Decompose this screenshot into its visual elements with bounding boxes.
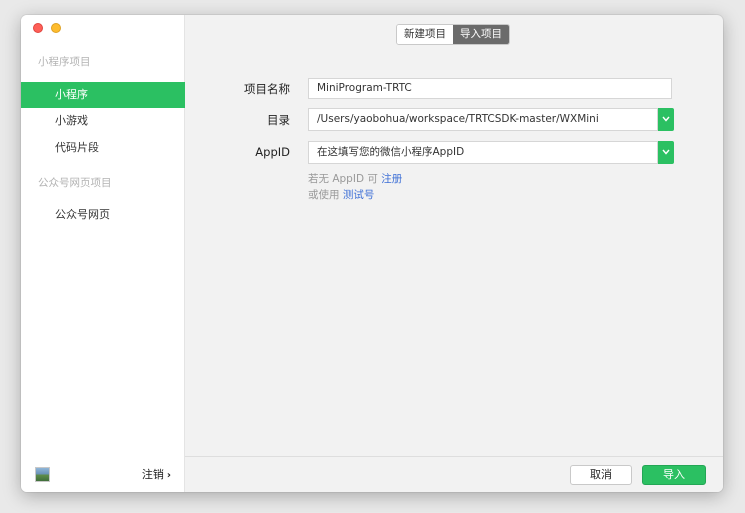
close-window-button[interactable] bbox=[33, 23, 43, 33]
chevron-right-icon: › bbox=[166, 470, 171, 481]
directory-dropdown-button[interactable] bbox=[658, 108, 674, 131]
directory-value[interactable]: /Users/yaobohua/workspace/TRTCSDK-master… bbox=[308, 108, 658, 131]
project-type-tabs: 新建项目 导入项目 bbox=[396, 24, 510, 45]
test-account-link[interactable]: 测试号 bbox=[343, 189, 375, 201]
sidebar: 小程序项目 小程序 小游戏 代码片段 公众号网页项目 公众号网页 注销 › bbox=[21, 15, 185, 492]
section-label-miniprogram: 小程序项目 bbox=[38, 56, 91, 68]
chevron-down-icon bbox=[662, 149, 670, 155]
register-link[interactable]: 注册 bbox=[381, 173, 402, 185]
appid-select[interactable]: 在这填写您的微信小程序AppID bbox=[308, 141, 674, 164]
project-name-input[interactable]: MiniProgram-TRTC bbox=[308, 78, 672, 99]
landscape-avatar-icon[interactable] bbox=[35, 467, 50, 482]
window-controls bbox=[33, 23, 61, 33]
sidebar-item-minigame[interactable]: 小游戏 bbox=[21, 108, 185, 134]
minimize-window-button[interactable] bbox=[51, 23, 61, 33]
cancel-button[interactable]: 取消 bbox=[570, 465, 632, 485]
section-label-official-account: 公众号网页项目 bbox=[38, 177, 112, 189]
register-hint: 若无 AppID 可 注册 bbox=[308, 171, 402, 186]
bottom-bar: 取消 导入 bbox=[185, 456, 723, 492]
logout-button[interactable]: 注销 › bbox=[142, 466, 171, 482]
test-account-hint: 或使用 测试号 bbox=[308, 187, 374, 202]
directory-select[interactable]: /Users/yaobohua/workspace/TRTCSDK-master… bbox=[308, 108, 674, 131]
project-name-label: 项目名称 bbox=[244, 82, 290, 96]
import-button[interactable]: 导入 bbox=[642, 465, 706, 485]
main-panel: 新建项目 导入项目 项目名称 MiniProgram-TRTC 目录 /User… bbox=[185, 15, 723, 492]
sidebar-item-miniprogram[interactable]: 小程序 bbox=[21, 82, 185, 108]
test-account-hint-text: 或使用 bbox=[308, 189, 340, 201]
logout-label: 注销 bbox=[141, 468, 164, 481]
register-hint-text: 若无 AppID 可 bbox=[308, 173, 378, 185]
tab-import-project[interactable]: 导入项目 bbox=[453, 25, 509, 44]
chevron-down-icon bbox=[662, 116, 670, 122]
sidebar-footer: 注销 › bbox=[21, 456, 185, 492]
directory-label: 目录 bbox=[267, 113, 290, 127]
import-project-window: 小程序项目 小程序 小游戏 代码片段 公众号网页项目 公众号网页 注销 › 新建项… bbox=[21, 15, 723, 492]
sidebar-item-official-account-web[interactable]: 公众号网页 bbox=[21, 202, 185, 228]
appid-label: AppID bbox=[255, 145, 290, 159]
tab-new-project[interactable]: 新建项目 bbox=[397, 25, 453, 44]
sidebar-item-code-snippet[interactable]: 代码片段 bbox=[21, 135, 185, 161]
appid-dropdown-button[interactable] bbox=[658, 141, 674, 164]
appid-value[interactable]: 在这填写您的微信小程序AppID bbox=[308, 141, 658, 164]
